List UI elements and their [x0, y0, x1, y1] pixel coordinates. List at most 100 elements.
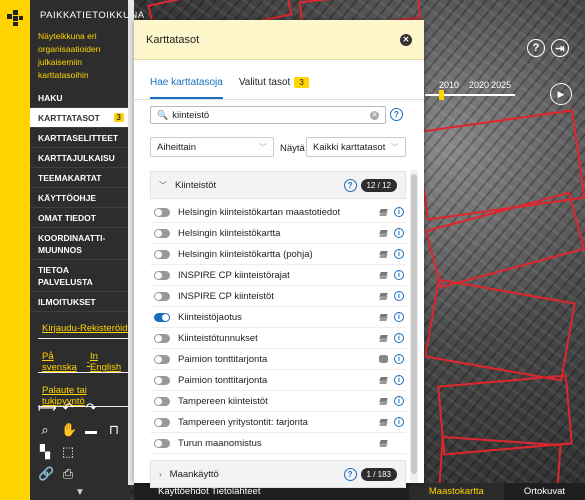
group-header-kiinteistot[interactable]: ﹀ Kiinteistöt ? 12 / 12: [150, 171, 406, 199]
layer-row[interactable]: Paimion tonttitarjonta i: [150, 370, 406, 391]
layer-toggle[interactable]: [154, 417, 170, 427]
info-icon[interactable]: i: [394, 312, 404, 322]
register-link[interactable]: Rekisteröidy: [80, 323, 132, 334]
search-value: kiinteistö: [172, 109, 210, 121]
sidebar: PAIKKATIETOIKKUNA Näyteikkuna eri organi…: [30, 0, 144, 500]
sidebar-item-haku[interactable]: HAKU: [30, 88, 130, 108]
layer-name: Kiinteistötunnukset: [178, 332, 258, 344]
layer-row[interactable]: Kiinteistötunnukset i: [150, 328, 406, 349]
measure-area-icon[interactable]: ⊓: [107, 422, 121, 438]
group-help-icon[interactable]: ?: [343, 467, 357, 481]
timeline-year-label: 2020: [469, 80, 490, 90]
info-icon[interactable]: i: [394, 270, 404, 280]
info-icon[interactable]: i: [394, 207, 404, 217]
info-icon[interactable]: i: [394, 354, 404, 364]
info-icon[interactable]: i: [394, 333, 404, 343]
layer-toggle[interactable]: [154, 249, 170, 259]
info-icon[interactable]: i: [394, 249, 404, 259]
sidebar-item-karttajulkaisu[interactable]: KARTTAJULKAISU: [30, 148, 130, 168]
layer-toggle[interactable]: [154, 333, 170, 343]
layer-toggle[interactable]: [154, 438, 170, 448]
sidebar-item-label: TIETOA PALVELUSTA: [38, 264, 93, 287]
layer-toggle[interactable]: [154, 270, 170, 280]
layer-toggle[interactable]: [154, 354, 170, 364]
group-name: Kiinteistöt: [175, 179, 217, 191]
layer-filter-select[interactable]: Kaikki karttatasot ﹀: [306, 137, 406, 157]
swedish-link[interactable]: På svenska: [42, 351, 87, 373]
english-link[interactable]: In English: [90, 351, 128, 373]
sidebar-item-koordinaattimuunnos[interactable]: KOORDINAATTI-MUUNNOS: [30, 228, 130, 260]
link-icon[interactable]: 🔗: [38, 466, 54, 482]
reset-view-icon[interactable]: ⟼: [38, 400, 57, 416]
layer-toggle[interactable]: [154, 396, 170, 406]
logout-icon[interactable]: ⇥: [551, 39, 569, 57]
info-icon[interactable]: i: [394, 417, 404, 427]
pan-hand-icon[interactable]: ✋: [61, 422, 77, 438]
layer-row[interactable]: Helsingin kiinteistökartta i: [150, 223, 406, 244]
redo-icon[interactable]: ↷: [84, 400, 98, 416]
undo-icon[interactable]: ↶: [61, 400, 75, 416]
layer-toggle[interactable]: [154, 228, 170, 238]
sidebar-item-label: KOORDINAATTI-MUUNNOS: [38, 232, 106, 255]
layer-toggle[interactable]: [154, 207, 170, 217]
basemap-terrain-tab[interactable]: Maastokartta: [408, 483, 504, 500]
close-icon[interactable]: ✕: [400, 33, 412, 46]
sidebar-item-teemakartat[interactable]: TEEMAKARTAT: [30, 168, 130, 188]
info-icon[interactable]: i: [394, 375, 404, 385]
group-by-select[interactable]: Aiheittain ﹀: [150, 137, 274, 157]
map-book-icon[interactable]: ▚: [38, 444, 52, 460]
help-icon[interactable]: ?: [527, 39, 545, 57]
panel-title: Karttatasot: [146, 33, 200, 46]
basemap-ortho-tab[interactable]: Ortokuvat: [504, 483, 585, 500]
info-icon[interactable]: i: [394, 396, 404, 406]
info-icon[interactable]: i: [394, 228, 404, 238]
scrollbar-thumb[interactable]: [411, 174, 417, 474]
layer-row[interactable]: Paimion tonttitarjonta i: [150, 349, 406, 370]
layers-icon: [379, 314, 388, 321]
layer-row[interactable]: Tampereen yritystontit: tarjonta i: [150, 412, 406, 433]
layer-row[interactable]: Kiinteistöjaotus i: [150, 307, 406, 328]
layer-name: Kiinteistöjaotus: [178, 311, 242, 323]
clear-icon[interactable]: ✕: [370, 110, 379, 120]
chevron-down-icon[interactable]: ▼: [30, 485, 130, 500]
play-icon[interactable]: ▶: [550, 83, 572, 105]
sidebar-item-karttaselitteet[interactable]: KARTTASELITTEET: [30, 128, 130, 148]
sidebar-item-tietoa-palvelusta[interactable]: TIETOA PALVELUSTA: [30, 260, 130, 292]
show-label: Näytä: [280, 143, 305, 154]
sidebar-item-karttatasot[interactable]: KARTTATASOT 3: [30, 108, 130, 128]
layer-toggle[interactable]: [154, 375, 170, 385]
select-area-icon[interactable]: ⬚: [61, 444, 75, 460]
layer-name: Tampereen kiinteistöt: [178, 395, 268, 407]
group-header-maankaytto[interactable]: › Maankäyttö ? 1 / 183: [150, 460, 406, 488]
timeline-slider[interactable]: 1900 2010 2020 2025: [425, 80, 515, 100]
search-help-icon[interactable]: ?: [390, 108, 403, 121]
zoom-box-icon[interactable]: ⌕: [38, 422, 52, 438]
layer-row[interactable]: Helsingin kiinteistökartta (pohja) i: [150, 244, 406, 265]
panel-scrollbar[interactable]: [410, 170, 418, 483]
layer-row[interactable]: Turun maanomistusi: [150, 433, 406, 454]
print-icon[interactable]: ⎙: [61, 466, 75, 482]
layer-search-input[interactable]: 🔍 kiinteistö ✕: [150, 106, 386, 124]
info-icon[interactable]: i: [394, 291, 404, 301]
layer-toggle[interactable]: [154, 291, 170, 301]
sidebar-item-ilmoitukset[interactable]: ILMOITUKSET: [30, 292, 130, 312]
sidebar-item-label: ILMOITUKSET: [38, 296, 96, 307]
group-by-value: Aiheittain: [157, 141, 197, 153]
layer-name: Paimion tonttitarjonta: [178, 353, 268, 365]
sidebar-item-kayttoohje[interactable]: KÄYTTÖOHJE: [30, 188, 130, 208]
chevron-right-icon: ›: [159, 469, 162, 479]
group-help-icon[interactable]: ?: [343, 178, 357, 192]
layer-row[interactable]: INSPIRE CP kiinteistöt i: [150, 286, 406, 307]
layer-row[interactable]: Helsingin kiinteistökartan maastotiedot i: [150, 202, 406, 223]
layer-toggle[interactable]: [154, 312, 170, 322]
timeline-handle[interactable]: [439, 90, 444, 100]
layer-row[interactable]: Tampereen kiinteistöt i: [150, 391, 406, 412]
layer-row[interactable]: INSPIRE CP kiinteistörajat i: [150, 265, 406, 286]
sidebar-item-omat-tiedot[interactable]: OMAT TIEDOT: [30, 208, 130, 228]
tab-selected-layers[interactable]: Valitut tasot 3: [239, 77, 309, 99]
tab-search-layers[interactable]: Hae karttatasoja: [150, 77, 223, 99]
layers-icon: [379, 398, 388, 405]
layers-icon: [379, 335, 388, 342]
measure-line-icon[interactable]: [84, 422, 98, 438]
login-link[interactable]: Kirjaudu: [42, 323, 77, 334]
